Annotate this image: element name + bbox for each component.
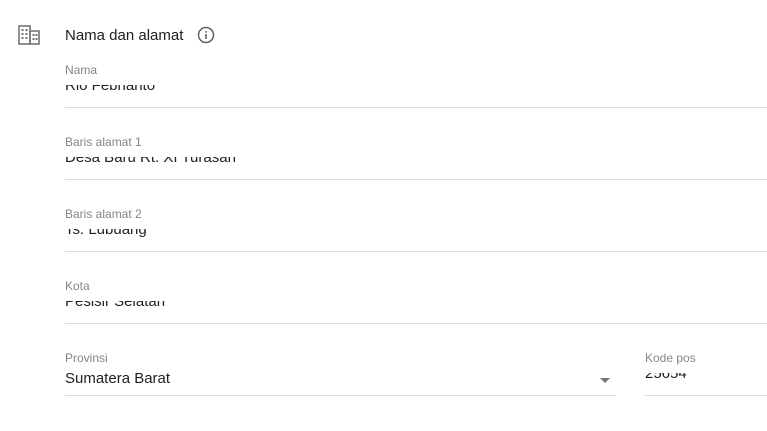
provinsi-underline <box>65 395 616 396</box>
building-icon <box>18 25 40 45</box>
kodepos-underline <box>645 395 767 396</box>
kota-value: Pesisir Selatan <box>65 301 166 310</box>
alamat1-label: Baris alamat 1 <box>65 135 142 149</box>
section-title: Nama dan alamat <box>65 27 184 44</box>
address-form: Nama dan alamat Nama Rio Febrianto Baris… <box>0 0 767 431</box>
nama-input[interactable]: Rio Febrianto <box>65 85 765 99</box>
alamat1-value: Desa Baru Rt. XI Turasan <box>65 157 236 166</box>
alamat1-underline <box>65 179 767 180</box>
kota-underline <box>65 323 767 324</box>
nama-label: Nama <box>65 63 98 77</box>
nama-underline <box>65 107 767 108</box>
alamat2-underline <box>65 251 767 252</box>
info-icon[interactable] <box>197 26 215 44</box>
kodepos-value: 25654 <box>645 373 687 382</box>
alamat1-input[interactable]: Desa Baru Rt. XI Turasan <box>65 157 765 171</box>
kota-label: Kota <box>65 279 90 293</box>
kota-input[interactable]: Pesisir Selatan <box>65 301 765 315</box>
kodepos-input[interactable]: 25654 <box>645 373 765 387</box>
provinsi-label: Provinsi <box>65 351 108 365</box>
alamat2-input[interactable]: Ts. Lubuang <box>65 229 765 243</box>
nama-value: Rio Febrianto <box>65 85 156 94</box>
alamat2-label: Baris alamat 2 <box>65 207 142 221</box>
provinsi-select[interactable]: Sumatera Barat <box>65 369 170 389</box>
kodepos-label: Kode pos <box>645 351 696 365</box>
dropdown-arrow-icon[interactable] <box>600 378 610 383</box>
alamat2-value: Ts. Lubuang <box>65 229 147 238</box>
